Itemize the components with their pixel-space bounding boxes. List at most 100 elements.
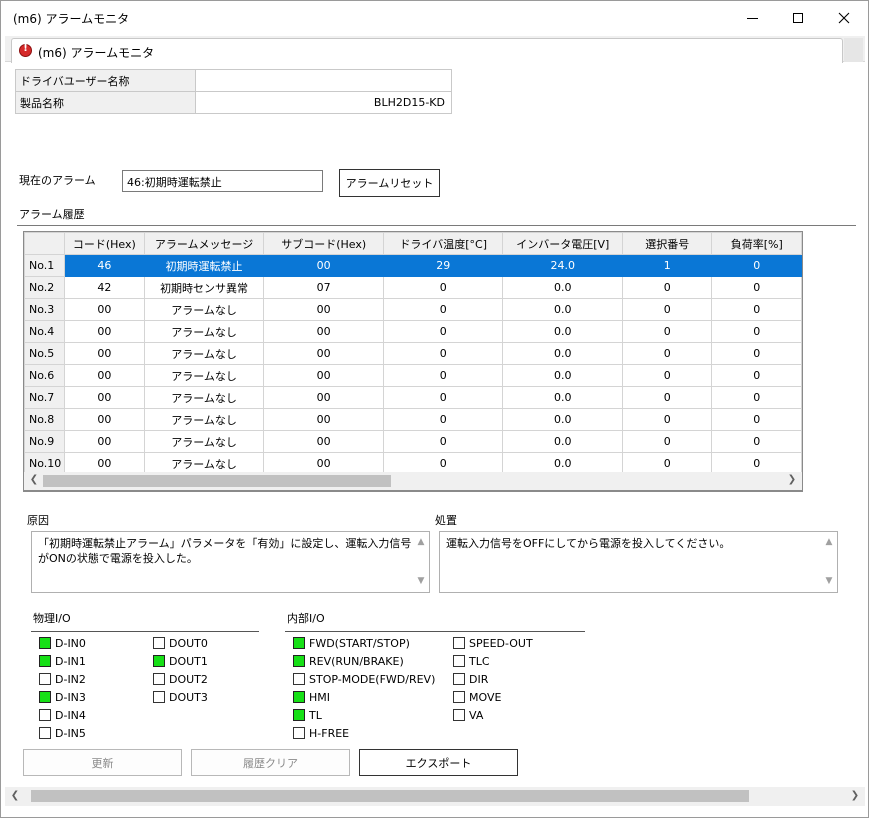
column-header[interactable]: インバータ電圧[V] xyxy=(502,232,624,255)
io-label: D-IN3 xyxy=(55,690,86,704)
history-cell: 0.0 xyxy=(502,342,624,365)
status-light-icon xyxy=(39,709,51,721)
history-cell: 0 xyxy=(622,298,713,321)
history-cell: 初期時センサ異常 xyxy=(143,276,265,299)
io-indicator: HMI xyxy=(293,689,330,705)
scroll-up-icon[interactable]: ▲ xyxy=(415,535,427,550)
column-header[interactable]: ドライバ温度[°C] xyxy=(382,232,504,255)
status-light-icon xyxy=(293,709,305,721)
maximize-button[interactable] xyxy=(775,1,821,35)
history-row[interactable]: No.9 00 アラームなし 00 0 0.0 0 0 xyxy=(24,430,802,453)
scroll-right-icon[interactable]: ❯ xyxy=(784,474,800,488)
scroll-right-icon[interactable]: ❯ xyxy=(847,790,863,804)
history-cell: 0.0 xyxy=(502,298,624,321)
history-cell: 0.0 xyxy=(502,408,624,431)
status-light-icon xyxy=(293,655,305,667)
status-light-icon xyxy=(153,637,165,649)
history-horizontal-scrollbar[interactable]: ❮ ❯ xyxy=(23,472,803,491)
product-info-table: ドライバユーザー名称 製品名称 BLH2D15-KD xyxy=(15,69,452,114)
tab-label: (m6) アラームモニタ xyxy=(38,46,155,60)
history-cell: 00 xyxy=(263,254,384,277)
history-cell: 0 xyxy=(711,342,802,365)
io-indicator: REV(RUN/BRAKE) xyxy=(293,653,404,669)
history-row[interactable]: No.6 00 アラームなし 00 0 0.0 0 0 xyxy=(24,364,802,387)
alarm-monitor-window: (m6) アラームモニタ (m6) アラームモニタ ドライバユーザー名称 製品名… xyxy=(0,0,869,818)
action-textbox[interactable]: 運転入力信号をOFFにしてから電源を投入してください。 ▲ ▼ xyxy=(439,531,838,593)
history-cell: 0 xyxy=(711,408,802,431)
scroll-left-icon[interactable]: ❮ xyxy=(7,790,23,804)
history-cell: 0 xyxy=(382,276,504,299)
io-indicator: DOUT1 xyxy=(153,653,208,669)
history-row[interactable]: No.2 42 初期時センサ異常 07 0 0.0 0 0 xyxy=(24,276,802,299)
minimize-button[interactable] xyxy=(729,1,775,35)
maximize-icon xyxy=(793,13,803,23)
action-scrollbar[interactable]: ▲ ▼ xyxy=(823,535,835,589)
cause-text: 「初期時運転禁止アラーム」パラメータを「有効」に設定し、運転入力信号がONの状態… xyxy=(38,537,412,565)
io-label: DOUT3 xyxy=(169,690,208,704)
history-row[interactable]: No.3 00 アラームなし 00 0 0.0 0 0 xyxy=(24,298,802,321)
io-indicator: DOUT3 xyxy=(153,689,208,705)
scroll-down-icon[interactable]: ▼ xyxy=(823,574,835,589)
io-label: TL xyxy=(309,708,322,722)
status-light-icon xyxy=(453,637,465,649)
history-row[interactable]: No.4 00 アラームなし 00 0 0.0 0 0 xyxy=(24,320,802,343)
alarm-history-grid[interactable]: コード(Hex) アラームメッセージ サブコード(Hex) ドライバ温度[°C] インバ… xyxy=(23,231,803,492)
info-row: 製品名称 BLH2D15-KD xyxy=(15,91,452,114)
scroll-thumb[interactable] xyxy=(43,475,391,487)
history-cell: 00 xyxy=(63,408,145,431)
row-header: No.8 xyxy=(24,408,65,431)
window-horizontal-scrollbar[interactable]: ❮ ❯ xyxy=(5,787,865,806)
row-header: No.9 xyxy=(24,430,65,453)
status-light-icon xyxy=(39,691,51,703)
history-cell: 1 xyxy=(622,254,713,277)
history-cell: 0 xyxy=(622,276,713,299)
tab-alarm-monitor[interactable]: (m6) アラームモニタ xyxy=(11,38,843,63)
info-key: 製品名称 xyxy=(15,91,196,114)
scroll-up-icon[interactable]: ▲ xyxy=(823,535,835,550)
column-header[interactable]: アラームメッセージ xyxy=(143,232,265,255)
clear-history-button[interactable]: 履歴クリア xyxy=(191,749,350,776)
history-cell: 0 xyxy=(622,342,713,365)
history-cell: 0.0 xyxy=(502,320,624,343)
io-label: REV(RUN/BRAKE) xyxy=(309,654,404,668)
history-cell: 0.0 xyxy=(502,386,624,409)
io-label: D-IN0 xyxy=(55,636,86,650)
io-indicator: DOUT2 xyxy=(153,671,208,687)
history-row[interactable]: No.8 00 アラームなし 00 0 0.0 0 0 xyxy=(24,408,802,431)
io-label: D-IN4 xyxy=(55,708,86,722)
close-button[interactable] xyxy=(821,1,867,35)
alarm-reset-button[interactable]: アラームリセット xyxy=(339,169,440,197)
export-button[interactable]: エクスポート xyxy=(359,749,518,776)
column-header[interactable]: サブコード(Hex) xyxy=(263,232,384,255)
history-row[interactable]: No.5 00 アラームなし 00 0 0.0 0 0 xyxy=(24,342,802,365)
history-cell: 0 xyxy=(622,430,713,453)
current-alarm-label: 現在のアラーム xyxy=(19,174,96,187)
column-header[interactable]: コード(Hex) xyxy=(63,232,145,255)
status-light-icon xyxy=(293,673,305,685)
column-header[interactable]: 選択番号 xyxy=(622,232,713,255)
column-header[interactable] xyxy=(24,232,65,255)
row-header: No.5 xyxy=(24,342,65,365)
scroll-down-icon[interactable]: ▼ xyxy=(415,574,427,589)
status-light-icon xyxy=(293,727,305,739)
update-button[interactable]: 更新 xyxy=(23,749,182,776)
io-indicator: FWD(START/STOP) xyxy=(293,635,410,651)
scroll-thumb[interactable] xyxy=(31,790,749,802)
io-indicator: D-IN0 xyxy=(39,635,86,651)
io-indicator: D-IN2 xyxy=(39,671,86,687)
io-label: DOUT0 xyxy=(169,636,208,650)
io-indicator: SPEED-OUT xyxy=(453,635,533,651)
io-label: DOUT1 xyxy=(169,654,208,668)
history-row[interactable]: No.1 46 初期時運転禁止 00 29 24.0 1 0 xyxy=(24,254,802,277)
history-cell: アラームなし xyxy=(143,430,265,453)
history-cell: アラームなし xyxy=(143,342,265,365)
history-cell: 00 xyxy=(263,430,384,453)
cause-scrollbar[interactable]: ▲ ▼ xyxy=(415,535,427,589)
status-light-icon xyxy=(453,655,465,667)
column-header[interactable]: 負荷率[%] xyxy=(711,232,802,255)
history-row[interactable]: No.7 00 アラームなし 00 0 0.0 0 0 xyxy=(24,386,802,409)
io-label: DIR xyxy=(469,672,489,686)
cause-textbox[interactable]: 「初期時運転禁止アラーム」パラメータを「有効」に設定し、運転入力信号がONの状態… xyxy=(31,531,430,593)
scroll-left-icon[interactable]: ❮ xyxy=(26,474,42,488)
status-light-icon xyxy=(39,673,51,685)
